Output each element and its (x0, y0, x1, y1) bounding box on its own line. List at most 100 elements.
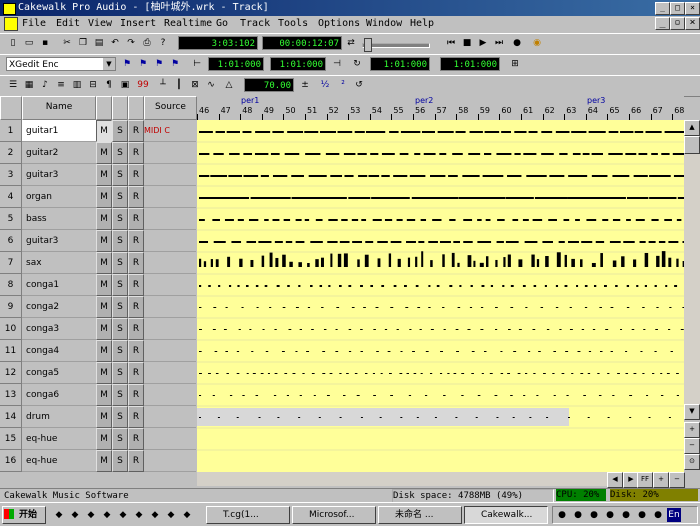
zoom-in-vertical-icon[interactable]: + (684, 422, 700, 438)
track-source[interactable] (144, 164, 196, 186)
loop-start-display[interactable]: 1:01:000 (370, 57, 430, 71)
track-source[interactable] (144, 142, 196, 164)
marker-icon[interactable]: ⚑ (168, 57, 182, 71)
from-icon[interactable]: ⊢ (190, 57, 204, 71)
task-button[interactable]: Microsof... (292, 506, 376, 524)
zoom-out-vertical-icon[interactable]: − (684, 438, 700, 454)
tray-icon[interactable]: ● (619, 508, 633, 522)
record-arm-button[interactable]: R (128, 296, 144, 318)
name-column-header[interactable]: Name (22, 96, 96, 120)
record-column-header[interactable] (128, 96, 144, 120)
marker-label[interactable]: per1 (241, 96, 259, 105)
track-number[interactable]: 12 (0, 362, 22, 384)
track-source[interactable] (144, 450, 196, 472)
scroll-thumb[interactable] (684, 136, 700, 154)
sync-combo[interactable]: XGedit Enc ▼ (6, 57, 116, 71)
track-number[interactable]: 13 (0, 384, 22, 406)
scroll-up-icon[interactable]: ▲ (684, 120, 700, 136)
piano-roll-icon[interactable]: ▦ (22, 78, 36, 92)
close-button[interactable]: × (685, 2, 700, 15)
maximize-button[interactable]: □ (670, 2, 685, 15)
track-name[interactable]: drum (22, 406, 96, 428)
solo-button[interactable]: S (112, 406, 128, 428)
track-name[interactable]: conga1 (22, 274, 96, 296)
solo-button[interactable]: S (112, 142, 128, 164)
tempo-view-icon[interactable]: ⊟ (86, 78, 100, 92)
panic-icon[interactable]: ◉ (530, 36, 544, 50)
solo-button[interactable]: S (112, 208, 128, 230)
solo-button[interactable]: S (112, 340, 128, 362)
minimize-button[interactable]: _ (655, 2, 670, 15)
play-icon[interactable]: ▶ (476, 36, 490, 50)
track-name[interactable]: conga2 (22, 296, 96, 318)
task-button-active[interactable]: Cakewalk... (464, 506, 548, 524)
marker-label[interactable]: per3 (587, 96, 605, 105)
app-icon[interactable] (3, 3, 16, 15)
track-view-icon[interactable]: ☰ (6, 78, 20, 92)
record-arm-button[interactable]: R (128, 164, 144, 186)
menu-realtime[interactable]: Realtime (164, 18, 212, 29)
track-name[interactable]: eq-hue (22, 450, 96, 472)
record-arm-button[interactable]: R (128, 142, 144, 164)
markers-icon[interactable]: ▣ (118, 78, 132, 92)
mute-button[interactable]: M (96, 362, 112, 384)
track-name[interactable]: guitar3 (22, 164, 96, 186)
track-name[interactable]: sax (22, 252, 96, 274)
track-number[interactable]: 7 (0, 252, 22, 274)
quicklaunch-icon[interactable]: ◆ (84, 508, 98, 522)
task-button[interactable]: 未命名 ... (378, 506, 462, 524)
time-ruler[interactable]: 46 47 48 49 50 51 52 53 54 55 56 57 58 59 60 61 62 63 64 65… (197, 96, 684, 121)
record-arm-button[interactable]: R (128, 208, 144, 230)
controllers-icon[interactable]: ▥ (70, 78, 84, 92)
track-name[interactable]: conga4 (22, 340, 96, 362)
copy-icon[interactable]: ❐ (76, 36, 90, 50)
audio-icon[interactable]: ∿ (204, 78, 218, 92)
quicklaunch-icon[interactable]: ◆ (148, 508, 162, 522)
zoom-in-horizontal-icon[interactable]: + (653, 472, 669, 488)
mute-button[interactable]: M (96, 230, 112, 252)
console-icon[interactable]: ┃ (172, 78, 186, 92)
tempo-double-icon[interactable]: ² (336, 78, 350, 92)
marker-icon[interactable]: ⚑ (152, 57, 166, 71)
menu-insert[interactable]: Insert (120, 18, 156, 29)
record-arm-button[interactable]: R (128, 120, 144, 142)
paste-icon[interactable]: ▤ (92, 36, 106, 50)
loop-icon[interactable]: ↻ (350, 57, 364, 71)
track-source[interactable] (144, 274, 196, 296)
range-icon[interactable]: ⊣ (330, 57, 344, 71)
now-time-display[interactable]: 3:03:102 (178, 36, 258, 50)
tray-icon[interactable]: ● (651, 508, 665, 522)
mute-button[interactable]: M (96, 164, 112, 186)
solo-column-header[interactable] (112, 96, 128, 120)
solo-button[interactable]: S (112, 164, 128, 186)
big-time-icon[interactable]: 99 (136, 78, 150, 92)
doc-close-button[interactable]: × (685, 17, 700, 30)
track-number[interactable]: 1 (0, 120, 22, 142)
menu-edit[interactable]: Edit (56, 18, 80, 29)
track-source[interactable] (144, 252, 196, 274)
staff-icon[interactable]: ♪ (38, 78, 52, 92)
quicklaunch-icon[interactable]: ◆ (180, 508, 194, 522)
solo-button[interactable]: S (112, 428, 128, 450)
track-row[interactable]: 6 guitar3 M S R (0, 230, 196, 252)
cut-icon[interactable]: ✂ (60, 36, 74, 50)
horizontal-scrollbar[interactable]: ◀ ▶ FF + − (197, 472, 685, 488)
menu-options[interactable]: Options (318, 18, 360, 29)
quicklaunch-icon[interactable]: ◆ (116, 508, 130, 522)
quicklaunch-icon[interactable]: ◆ (100, 508, 114, 522)
mute-button[interactable]: M (96, 186, 112, 208)
track-name[interactable]: bass (22, 208, 96, 230)
solo-button[interactable]: S (112, 318, 128, 340)
lyrics-icon[interactable]: ¶ (102, 78, 116, 92)
record-arm-button[interactable]: R (128, 274, 144, 296)
clips-pane[interactable] (197, 120, 684, 472)
solo-button[interactable]: S (112, 252, 128, 274)
track-number[interactable]: 4 (0, 186, 22, 208)
solo-button[interactable]: S (112, 296, 128, 318)
mute-button[interactable]: M (96, 428, 112, 450)
marker-icon[interactable]: ⚑ (136, 57, 150, 71)
track-source[interactable] (144, 384, 196, 406)
zoom-fit-vertical-icon[interactable]: ⊙ (684, 454, 700, 470)
track-number[interactable]: 10 (0, 318, 22, 340)
scroll-left-icon[interactable]: ◀ (607, 472, 623, 488)
